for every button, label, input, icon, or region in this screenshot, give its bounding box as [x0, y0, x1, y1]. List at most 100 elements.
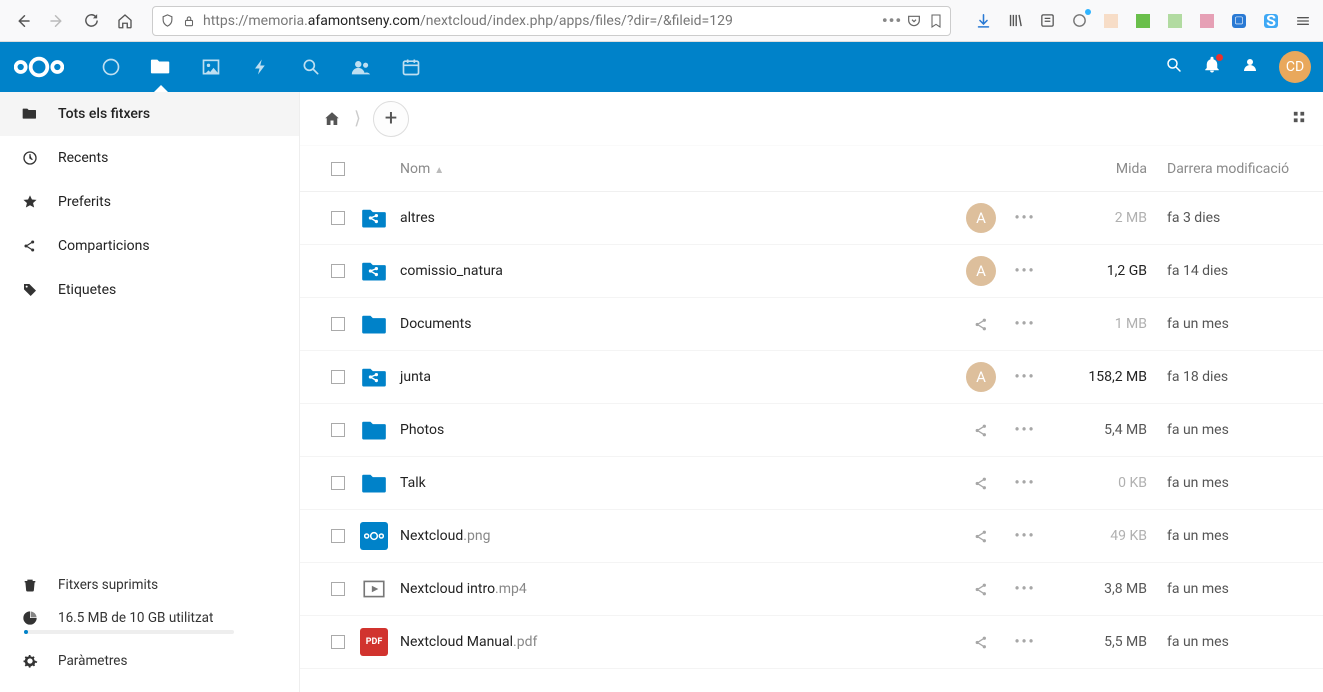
file-size: 0 KB	[1047, 475, 1147, 491]
reload-button[interactable]	[76, 6, 106, 36]
more-actions[interactable]: •••	[1003, 422, 1047, 438]
row-checkbox[interactable]	[331, 529, 345, 543]
sidebar-settings[interactable]: Paràmetres	[0, 642, 299, 680]
nav-files[interactable]	[136, 42, 186, 92]
more-actions[interactable]: •••	[1003, 316, 1047, 332]
ext-5-icon[interactable]	[1195, 9, 1219, 33]
nav-contacts[interactable]	[336, 42, 386, 92]
url-bar[interactable]: https://memoria.afamontseny.com/nextclou…	[152, 6, 951, 36]
more-actions[interactable]: •••	[1003, 634, 1047, 650]
sidebar-item-1[interactable]: Recents	[0, 136, 299, 180]
header-contacts-icon[interactable]	[1241, 56, 1259, 78]
content-area: ⟩ + Nom▲ Mida Darrera modificació altres…	[300, 92, 1323, 692]
file-name[interactable]: altres	[396, 210, 959, 226]
notifications-icon[interactable]	[1203, 56, 1221, 78]
nav-photos[interactable]	[186, 42, 236, 92]
breadcrumb-home[interactable]	[316, 103, 348, 135]
ext-7-icon[interactable]: S	[1259, 9, 1283, 33]
sidebar-item-4[interactable]: Etiquetes	[0, 268, 299, 312]
more-actions[interactable]: •••	[1003, 581, 1047, 597]
sidebar-item-3[interactable]: Comparticions	[0, 224, 299, 268]
file-row[interactable]: Documents ••• 1 MB fa un mes	[300, 298, 1323, 351]
nav-activity[interactable]	[236, 42, 286, 92]
share-icon[interactable]	[973, 422, 990, 439]
file-name[interactable]: Documents	[396, 316, 959, 332]
file-name[interactable]: junta	[396, 369, 959, 385]
back-button[interactable]	[8, 6, 38, 36]
url-text: https://memoria.afamontseny.com/nextclou…	[203, 13, 878, 29]
new-button[interactable]: +	[373, 101, 409, 137]
more-actions[interactable]: •••	[1003, 210, 1047, 226]
file-size: 1 MB	[1047, 316, 1147, 332]
home-button[interactable]	[110, 6, 140, 36]
ext-2-icon[interactable]	[1099, 9, 1123, 33]
page-action-icon[interactable]: •••	[884, 11, 900, 30]
column-name[interactable]: Nom▲	[396, 161, 959, 177]
share-icon[interactable]	[973, 475, 990, 492]
file-row[interactable]: junta A ••• 158,2 MB fa 18 dies	[300, 351, 1323, 404]
file-row[interactable]: Nextcloud.png ••• 49 KB fa un mes	[300, 510, 1323, 563]
pocket-icon[interactable]	[906, 13, 922, 29]
more-actions[interactable]: •••	[1003, 263, 1047, 279]
file-name[interactable]: comissio_natura	[396, 263, 959, 279]
file-name[interactable]: Photos	[396, 422, 959, 438]
more-actions[interactable]: •••	[1003, 369, 1047, 385]
file-row[interactable]: comissio_natura A ••• 1,2 GB fa 14 dies	[300, 245, 1323, 298]
file-size: 1,2 GB	[1047, 263, 1147, 279]
header-search-icon[interactable]	[1165, 56, 1183, 78]
nav-dashboard[interactable]	[86, 42, 136, 92]
select-all-checkbox[interactable]	[331, 162, 345, 176]
file-name[interactable]: Nextcloud Manual.pdf	[396, 634, 959, 650]
sidebar-storage-label: 16.5 MB de 10 GB utilitzat	[58, 610, 213, 626]
file-row[interactable]: Talk ••• 0 KB fa un mes	[300, 457, 1323, 510]
row-checkbox[interactable]	[331, 370, 345, 384]
file-size: 3,8 MB	[1047, 581, 1147, 597]
ext-6-icon[interactable]: ▢	[1227, 9, 1251, 33]
column-size[interactable]: Mida	[1047, 161, 1147, 177]
shared-avatar[interactable]: A	[966, 256, 996, 286]
nav-talk[interactable]	[286, 42, 336, 92]
file-name[interactable]: Nextcloud intro.mp4	[396, 581, 959, 597]
downloads-icon[interactable]	[971, 9, 995, 33]
nextcloud-logo[interactable]	[12, 55, 66, 79]
forward-button[interactable]	[42, 6, 72, 36]
shared-avatar[interactable]: A	[966, 203, 996, 233]
file-row[interactable]: Photos ••• 5,4 MB fa un mes	[300, 404, 1323, 457]
file-row[interactable]: Nextcloud intro.mp4 ••• 3,8 MB fa un mes	[300, 563, 1323, 616]
ext-1-icon[interactable]	[1067, 9, 1091, 33]
share-icon	[22, 238, 38, 254]
row-checkbox[interactable]	[331, 423, 345, 437]
row-checkbox[interactable]	[331, 635, 345, 649]
file-row[interactable]: PDF Nextcloud Manual.pdf ••• 5,5 MB fa u…	[300, 616, 1323, 669]
share-icon[interactable]	[973, 581, 990, 598]
column-modified[interactable]: Darrera modificació	[1147, 161, 1307, 177]
row-checkbox[interactable]	[331, 211, 345, 225]
bookmark-star-icon[interactable]	[928, 13, 944, 29]
grid-view-toggle[interactable]	[1291, 109, 1307, 129]
menu-icon[interactable]	[1291, 9, 1315, 33]
more-actions[interactable]: •••	[1003, 475, 1047, 491]
sidebar-item-label: Preferits	[58, 194, 111, 210]
file-row[interactable]: altres A ••• 2 MB fa 3 dies	[300, 192, 1323, 245]
file-name[interactable]: Talk	[396, 475, 959, 491]
ext-4-icon[interactable]	[1163, 9, 1187, 33]
share-icon[interactable]	[973, 634, 990, 651]
share-icon[interactable]	[973, 316, 990, 333]
reader-icon[interactable]	[1035, 9, 1059, 33]
sidebar-deleted-files[interactable]: Fitxers suprimits	[0, 566, 299, 604]
row-checkbox[interactable]	[331, 317, 345, 331]
more-actions[interactable]: •••	[1003, 528, 1047, 544]
nav-calendar[interactable]	[386, 42, 436, 92]
sidebar-item-0[interactable]: Tots els fitxers	[0, 92, 299, 136]
row-checkbox[interactable]	[331, 264, 345, 278]
library-icon[interactable]	[1003, 9, 1027, 33]
file-name[interactable]: Nextcloud.png	[396, 528, 959, 544]
ext-3-icon[interactable]	[1131, 9, 1155, 33]
sidebar-item-2[interactable]: Preferits	[0, 180, 299, 224]
share-icon[interactable]	[973, 528, 990, 545]
user-avatar[interactable]: CD	[1279, 51, 1311, 83]
sidebar-storage: 16.5 MB de 10 GB utilitzat	[0, 604, 299, 642]
shared-avatar[interactable]: A	[966, 362, 996, 392]
row-checkbox[interactable]	[331, 476, 345, 490]
row-checkbox[interactable]	[331, 582, 345, 596]
